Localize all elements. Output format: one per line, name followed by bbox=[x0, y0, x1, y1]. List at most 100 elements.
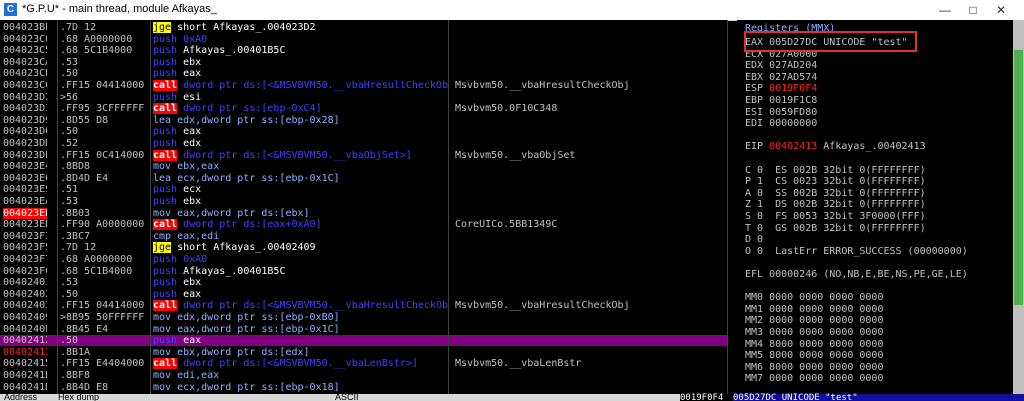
register-line[interactable]: MM1 0000 0000 0000 0000 bbox=[745, 304, 883, 315]
hexdump-column-header[interactable]: Hex dump bbox=[58, 393, 99, 401]
instruction-text: call dword ptr ss:[ebp-0xC4] bbox=[153, 103, 322, 115]
register-line[interactable]: Z 1 DS 002B 32bit 0(FFFFFFFF) bbox=[745, 199, 926, 210]
instruction-text: push 0xA0 bbox=[153, 254, 208, 265]
disasm-row[interactable]: 00402402. 50 push eax bbox=[0, 289, 727, 300]
instruction-text: mov ebx,eax bbox=[153, 161, 220, 173]
disasm-row[interactable]: 0040241B. 8BF8 mov edi,eax bbox=[0, 370, 727, 381]
disasm-row[interactable]: 004023C0. 68 A0000000 push 0xA0 bbox=[0, 34, 727, 45]
disasm-row[interactable]: 00402403. FF15 04414000 call dword ptr ds:… bbox=[0, 300, 727, 312]
register-line[interactable]: EBP 0019F1C8 bbox=[745, 95, 817, 106]
disasm-row[interactable]: 004023FC. 68 5C1B4000 push Afkayas_.00401B… bbox=[0, 266, 727, 277]
disasm-row[interactable]: 004023F7. 68 A0000000 push 0xA0 bbox=[0, 254, 727, 265]
register-line[interactable]: P 1 CS 0023 32bit 0(FFFFFFFF) bbox=[745, 176, 926, 187]
disasm-row[interactable]: 004023DE. FF15 0C414000 call dword ptr ds:… bbox=[0, 149, 727, 161]
disasm-row[interactable]: 004023D9. 8D55 D8 lea edx,dword ptr ss:[eb… bbox=[0, 115, 727, 126]
disasm-row[interactable]: 004023F3. 3BC7 cmp eax,edi bbox=[0, 231, 727, 242]
disassembly-pane[interactable]: 004023BE. 7D 12 jge short Afkayas_.004023D… bbox=[0, 20, 727, 394]
register-line[interactable]: D 0 bbox=[745, 234, 763, 245]
instruction-address: 00402401 bbox=[3, 277, 47, 289]
disasm-row[interactable]: 004023CA. 53 push ebx bbox=[0, 57, 727, 68]
instruction-comment: Msvbvm50.__vbaLenBstr bbox=[455, 358, 582, 370]
scrollbar-thumb[interactable] bbox=[1014, 50, 1023, 305]
disasm-row[interactable]: 004023D3. FF95 3CFFFFFF call dword ptr ss:… bbox=[0, 103, 727, 115]
disasm-row[interactable]: 004023F5. 7D 12 jge short Afkayas_.0040240… bbox=[0, 242, 727, 254]
instruction-address: 0040241B bbox=[3, 370, 47, 381]
instruction-bytes: 7D 12 bbox=[66, 22, 97, 33]
pane-splitter[interactable] bbox=[727, 20, 728, 394]
register-line[interactable]: EIP 00402413 Afkayas_.00402413 bbox=[745, 141, 926, 152]
ascii-column-header[interactable]: ASCII bbox=[335, 393, 359, 401]
instruction-text: push 0xA0 bbox=[153, 33, 208, 45]
register-line[interactable]: EDX 027AD204 bbox=[745, 60, 817, 71]
register-line[interactable]: T 0 GS 002B 32bit 0(FFFFFFFF) bbox=[745, 223, 926, 234]
register-line[interactable]: EFL 00000246 (NO,NB,E,BE,NS,PE,GE,LE) bbox=[745, 269, 968, 280]
disasm-row[interactable]: 004023ED. FF90 A0000000 call dword ptr ds:… bbox=[0, 219, 727, 231]
instruction-address: 004023DD bbox=[3, 138, 47, 149]
disasm-row-selected[interactable]: 00402412. 50 push eax bbox=[0, 335, 727, 347]
disasm-row[interactable]: 00402413. 8B1A mov ebx,dword ptr ds:[edx] bbox=[0, 347, 727, 358]
register-line[interactable]: MM2 0000 0000 0000 0000 bbox=[745, 315, 883, 326]
disasm-row[interactable]: 004023CB. 50 push eax bbox=[0, 68, 727, 79]
register-line[interactable]: MM5 8000 0000 0000 0000 bbox=[745, 350, 883, 361]
disasm-row[interactable]: 004023EA. 53 push ebx bbox=[0, 196, 727, 207]
close-icon[interactable]: ✕ bbox=[990, 3, 1012, 17]
instruction-text: push Afkayas_.00401B5C bbox=[153, 265, 286, 277]
disasm-row[interactable]: 004023E9. 51 push ecx bbox=[0, 184, 727, 195]
register-line[interactable]: EDI 00000000 bbox=[745, 118, 817, 129]
disasm-row[interactable]: 004023DD. 52 push edx bbox=[0, 138, 727, 149]
instruction-address: 004023CA bbox=[3, 56, 47, 68]
maximize-icon[interactable]: □ bbox=[962, 3, 984, 17]
disasm-row[interactable]: 004023CC. FF15 04414000 call dword ptr ds:… bbox=[0, 80, 727, 91]
disasm-row[interactable]: 004023D2 >56 push esi bbox=[0, 92, 727, 103]
register-line[interactable]: EBX 027AD574 bbox=[745, 72, 817, 83]
instruction-bytes: 68 5C1B4000 bbox=[66, 45, 133, 57]
register-line[interactable]: C 0 ES 002B 32bit 0(FFFFFFFF) bbox=[745, 165, 926, 176]
column-divider[interactable] bbox=[150, 20, 151, 394]
disasm-row[interactable]: 004023BE. 7D 12 jge short Afkayas_.004023D… bbox=[0, 22, 727, 33]
instruction-text: call dword ptr ds:[eax+0xA0] bbox=[153, 219, 322, 231]
instruction-text: jge short Afkayas_.004023D2 bbox=[153, 22, 316, 33]
register-line[interactable]: A 0 SS 002B 32bit 0(FFFFFFFF) bbox=[745, 188, 926, 199]
instruction-bytes: 52 bbox=[66, 138, 79, 149]
instruction-bytes: 53 bbox=[66, 56, 79, 68]
register-line[interactable]: ESP 0019F0F4 bbox=[745, 83, 817, 94]
address-column-header[interactable]: Address bbox=[4, 393, 37, 401]
disasm-row[interactable]: 004023E4. 8BD8 mov ebx,eax bbox=[0, 161, 727, 172]
disasm-row[interactable]: 004023DC. 50 push eax bbox=[0, 126, 727, 137]
title-bar: C *G.P.U* - main thread, module Afkayas_… bbox=[0, 0, 1024, 21]
instruction-bytes: 50 bbox=[66, 335, 79, 347]
instruction-text: call dword ptr ds:[<&MSVBVM50.__vbaHresu… bbox=[153, 80, 449, 91]
vertical-scrollbar[interactable] bbox=[1013, 20, 1024, 394]
minimize-icon[interactable]: — bbox=[934, 3, 956, 17]
disasm-row[interactable]: 00402401. 53 push ebx bbox=[0, 277, 727, 288]
register-line[interactable]: MM7 0000 0000 0000 0000 bbox=[745, 373, 883, 384]
instruction-text: call dword ptr ds:[<&MSVBVM50.__vbaHresu… bbox=[153, 300, 449, 312]
register-line[interactable]: MM0 0000 0000 0000 0000 bbox=[745, 292, 883, 303]
instruction-address: 004023CB bbox=[3, 68, 47, 80]
instruction-text: push ebx bbox=[153, 277, 202, 289]
column-divider[interactable] bbox=[57, 20, 58, 394]
disasm-row[interactable]: 00402415. FF15 E4404000 call dword ptr ds:… bbox=[0, 358, 727, 370]
register-line[interactable]: MM4 8000 0000 0000 0000 bbox=[745, 339, 883, 350]
registers-pane[interactable]: Registers (MMX) EAX 005D27DC UNICODE "te… bbox=[737, 20, 1013, 394]
stack-top-value[interactable]: 005D27DC UNICODE "test" bbox=[733, 394, 1024, 401]
disasm-row[interactable]: 0040240F. 8B45 E4 mov eax,dword ptr ss:[eb… bbox=[0, 324, 727, 335]
disasm-row[interactable]: 004023EB. 8B03 mov eax,dword ptr ds:[ebx] bbox=[0, 207, 727, 219]
column-divider[interactable] bbox=[448, 20, 449, 394]
register-line[interactable]: O 0 LastErr ERROR_SUCCESS (00000000) bbox=[745, 246, 968, 257]
disasm-row[interactable]: 0040241D. 8B4D E8 mov ecx,dword ptr ss:[eb… bbox=[0, 382, 727, 393]
instruction-bytes: 51 bbox=[66, 184, 79, 196]
register-line[interactable]: ESI 0059FD80 bbox=[745, 107, 817, 118]
disasm-row[interactable]: 004023C5. 68 5C1B4000 push Afkayas_.00401B… bbox=[0, 45, 727, 56]
instruction-address: 00402402 bbox=[3, 288, 47, 300]
register-line[interactable]: MM3 0000 0000 0000 0000 bbox=[745, 327, 883, 338]
instruction-text: mov ebx,dword ptr ds:[edx] bbox=[153, 346, 310, 358]
instruction-bytes: 8D4D E4 bbox=[66, 172, 109, 184]
instruction-bytes: 8B03 bbox=[66, 207, 91, 219]
stack-address[interactable]: 0019F0F4 bbox=[680, 394, 733, 401]
register-line[interactable]: MM6 8000 0000 0000 0000 bbox=[745, 362, 883, 373]
disasm-row[interactable]: 00402409 >8B95 50FFFFFF mov edx,dword ptr … bbox=[0, 312, 727, 323]
disasm-row[interactable]: 004023E6. 8D4D E4 lea ecx,dword ptr ss:[eb… bbox=[0, 173, 727, 184]
register-line[interactable]: S 0 FS 0053 32bit 3F0000(FFF) bbox=[745, 211, 926, 222]
instruction-text: call dword ptr ds:[<&MSVBVM50.__vbaLenBs… bbox=[153, 358, 418, 370]
